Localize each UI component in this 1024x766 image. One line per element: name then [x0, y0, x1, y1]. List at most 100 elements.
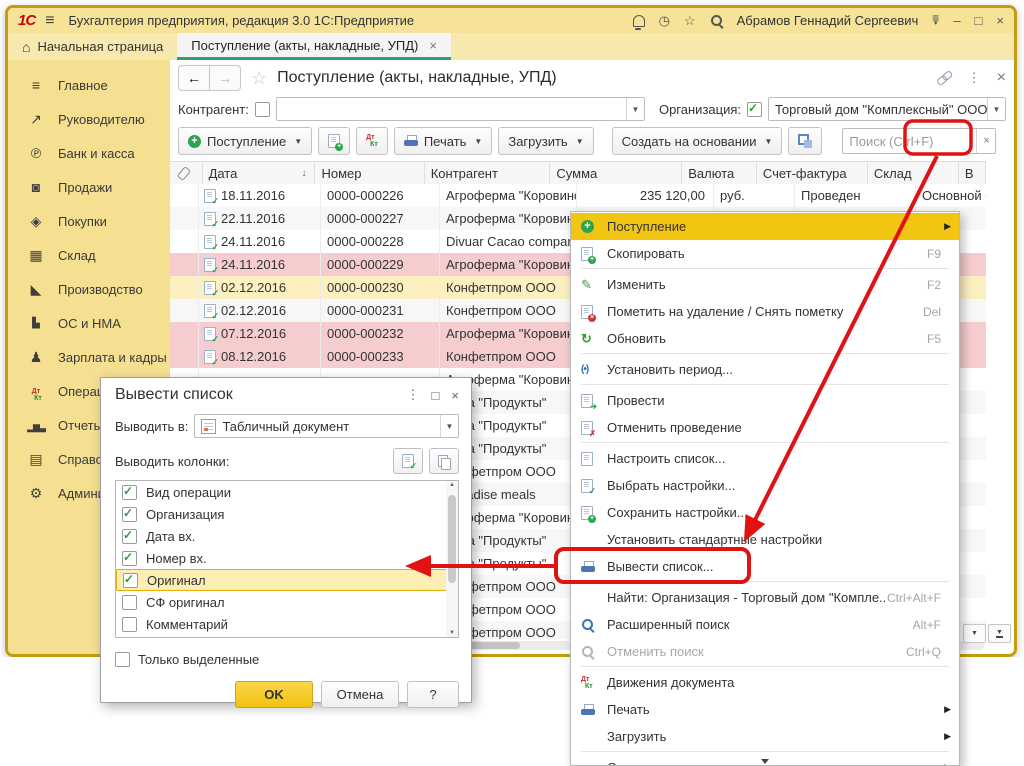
sidebar-item-purchases[interactable]: ◈Покупки — [8, 204, 170, 238]
copy-button[interactable] — [318, 127, 350, 155]
column-header-sum[interactable]: Сумма — [550, 162, 682, 184]
sidebar-item-salary[interactable]: ♟Зарплата и кадры — [8, 340, 170, 374]
uncheck-all-button[interactable] — [429, 448, 459, 474]
column-option[interactable]: Дата вх. — [116, 525, 458, 547]
menu-item-advanced-search[interactable]: Расширенный поискAlt+F — [571, 611, 959, 638]
search-input[interactable] — [843, 134, 976, 149]
main-menu-icon[interactable]: ≡ — [45, 12, 54, 30]
chevron-down-icon[interactable]: ▼ — [440, 415, 458, 437]
scrollbar-thumb[interactable] — [448, 495, 456, 583]
current-user[interactable]: Абрамов Геннадий Сергеевич — [737, 13, 919, 28]
column-header-currency[interactable]: Валюта — [682, 162, 757, 184]
load-button[interactable]: Загрузить▼ — [498, 127, 593, 155]
column-option[interactable]: Комментарий — [116, 613, 458, 635]
favorites-icon[interactable]: ☆ — [684, 13, 696, 29]
forward-button[interactable]: → — [210, 65, 241, 91]
column-header-number[interactable]: Номер — [315, 162, 424, 184]
notifications-icon[interactable] — [633, 15, 645, 27]
menu-item-choose-settings[interactable]: Выбрать настройки... — [571, 472, 959, 499]
organization-filter-checkbox[interactable] — [747, 102, 762, 117]
form-more-icon[interactable]: ⋮ — [968, 70, 981, 86]
output-to-combo[interactable]: Табличный документ ▼ — [194, 414, 459, 438]
history-icon[interactable]: ◷ — [659, 13, 670, 29]
minimize-icon[interactable]: – — [953, 13, 960, 28]
menu-item-standard-settings[interactable]: Установить стандартные настройки — [571, 526, 959, 553]
organization-filter-combo[interactable]: Торговый дом "Комплексный" ООО▼ — [768, 97, 1006, 121]
close-window-icon[interactable]: × — [996, 13, 1004, 28]
checkbox-unchecked[interactable] — [122, 595, 137, 610]
checkbox-checked[interactable] — [122, 551, 137, 566]
menu-item-unpost[interactable]: Отменить проведение — [571, 414, 959, 441]
chevron-down-icon[interactable]: ▼ — [987, 98, 1005, 120]
sidebar-item-bank[interactable]: ℗Банк и касса — [8, 136, 170, 170]
sidebar-item-manager[interactable]: ↗Руководителю — [8, 102, 170, 136]
menu-item-copy[interactable]: СкопироватьF9 — [571, 240, 959, 267]
scroll-to-end-button[interactable]: ▼ — [988, 624, 1011, 643]
menu-item-configure-list[interactable]: Настроить список... — [571, 445, 959, 472]
contragent-filter-combo[interactable]: ▼ — [276, 97, 645, 121]
dialog-close-icon[interactable]: × — [451, 388, 459, 403]
checkbox-checked[interactable] — [122, 485, 137, 500]
check-all-button[interactable] — [393, 448, 423, 474]
menu-scroll-more-icon[interactable] — [761, 759, 769, 764]
menu-item-edit[interactable]: ✎ИзменитьF2 — [571, 271, 959, 298]
favorite-star-icon[interactable]: ☆ — [251, 68, 267, 89]
menu-item-load[interactable]: Загрузить▶ — [571, 723, 959, 750]
back-button[interactable]: ← — [178, 65, 210, 91]
checkbox-checked[interactable] — [123, 573, 138, 588]
form-close-icon[interactable]: × — [997, 69, 1006, 87]
column-option[interactable]: Вид операции — [116, 481, 458, 503]
column-header-contragent[interactable]: Контрагент — [425, 162, 551, 184]
menu-item-document-movements[interactable]: ДтКтДвижения документа — [571, 669, 959, 696]
sidebar-item-sales[interactable]: ◙Продажи — [8, 170, 170, 204]
chevron-down-icon[interactable]: ▼ — [626, 98, 644, 120]
dialog-more-icon[interactable]: ⋮ — [407, 387, 420, 403]
column-option[interactable]: Организация — [116, 503, 458, 525]
menu-item-receipt[interactable]: +Поступление▶ — [571, 213, 959, 240]
dialog-maximize-icon[interactable]: □ — [432, 388, 440, 403]
ok-button[interactable]: OK — [235, 681, 313, 708]
checkbox-unchecked[interactable] — [122, 617, 137, 632]
cancel-button[interactable]: Отмена — [321, 681, 399, 708]
menu-item-print[interactable]: Печать▶ — [571, 696, 959, 723]
service-menu-icon[interactable]: ≡▾ — [932, 15, 939, 27]
tab-receipts[interactable]: Поступление (акты, накладные, УПД) × — [177, 33, 451, 60]
menu-item-set-period[interactable]: (•)Установить период... — [571, 356, 959, 383]
listbox-scrollbar[interactable]: ▲▼ — [446, 481, 458, 637]
column-header-warehouse[interactable]: Склад — [868, 162, 959, 184]
column-header-date[interactable]: Дата↓ — [203, 162, 316, 184]
checkbox-checked[interactable] — [122, 507, 137, 522]
search-icon[interactable] — [710, 14, 723, 27]
get-link-icon[interactable] — [934, 68, 954, 87]
sync-button[interactable] — [788, 127, 822, 155]
column-header-invoice[interactable]: Счет-фактура — [757, 162, 868, 184]
column-option-selected[interactable]: Оригинал — [116, 569, 458, 591]
table-row[interactable]: 18.11.20160000-000226Агроферма "Коровино… — [170, 184, 986, 207]
print-button[interactable]: Печать▼ — [394, 127, 493, 155]
dialog-help-button[interactable]: ? — [407, 681, 459, 708]
menu-item-output-list[interactable]: Вывести список... — [571, 553, 959, 580]
column-option[interactable]: Номер вх. — [116, 547, 458, 569]
menu-item-post[interactable]: Провести — [571, 387, 959, 414]
sidebar-item-main[interactable]: ≡Главное — [8, 68, 170, 102]
column-header-vid[interactable]: В — [959, 162, 986, 184]
clear-search-icon[interactable]: × — [976, 129, 995, 153]
menu-item-find[interactable]: Найти: Организация - Торговый дом "Компл… — [571, 584, 959, 611]
sidebar-item-warehouse[interactable]: ▦Склад — [8, 238, 170, 272]
tab-home[interactable]: ⌂ Начальная страница — [8, 33, 177, 60]
only-selected-checkbox[interactable] — [115, 652, 130, 667]
menu-item-mark-delete[interactable]: Пометить на удаление / Снять пометкуDel — [571, 298, 959, 325]
receipt-button[interactable]: +Поступление▼ — [178, 127, 312, 155]
checkbox-checked[interactable] — [122, 529, 137, 544]
document-movements-button[interactable]: ДтКт — [356, 127, 388, 155]
maximize-icon[interactable]: □ — [975, 13, 983, 28]
create-based-on-button[interactable]: Создать на основании▼ — [612, 127, 783, 155]
menu-item-save-settings[interactable]: Сохранить настройки... — [571, 499, 959, 526]
attachment-column-header[interactable] — [170, 162, 203, 184]
scroll-down-button[interactable]: ▼ — [963, 624, 986, 643]
column-option[interactable]: СФ оригинал — [116, 591, 458, 613]
sidebar-item-fixed-assets[interactable]: ▙ОС и НМА — [8, 306, 170, 340]
contragent-filter-checkbox[interactable] — [255, 102, 270, 117]
sidebar-item-production[interactable]: ◣Производство — [8, 272, 170, 306]
menu-item-refresh[interactable]: ↻ОбновитьF5 — [571, 325, 959, 352]
